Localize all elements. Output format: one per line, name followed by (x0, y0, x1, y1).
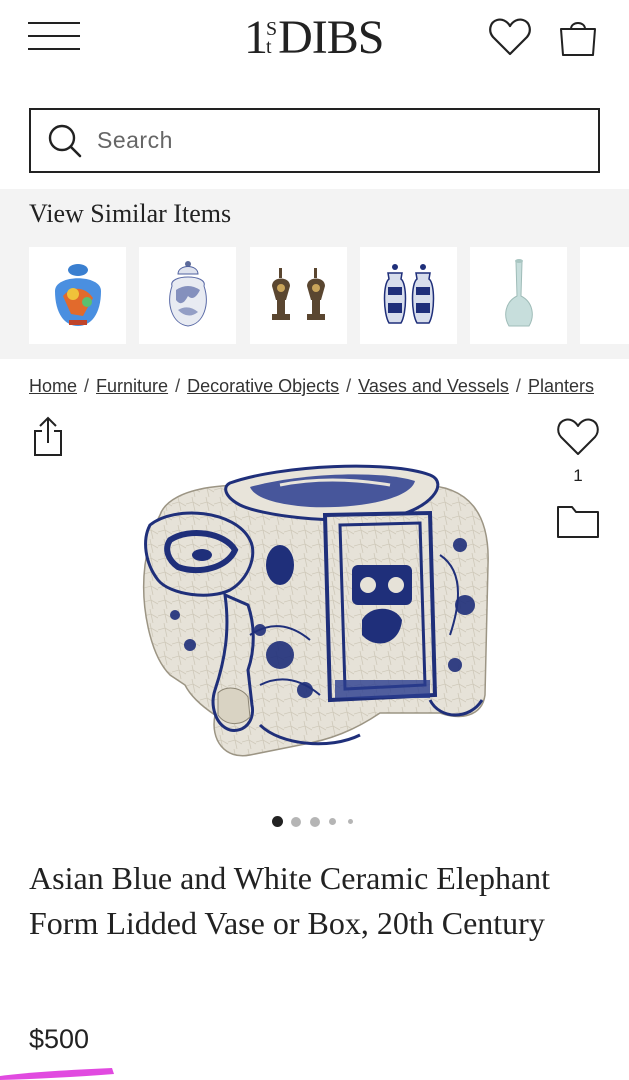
product-favorite-heart-icon[interactable] (556, 416, 600, 458)
product-price: $500 (29, 1024, 90, 1054)
pink-highlight-mark (0, 1068, 114, 1080)
favorites-heart-icon[interactable] (488, 16, 532, 58)
painted-ginger-jar-thumbnail[interactable] (29, 247, 126, 344)
carousel-dot[interactable] (291, 817, 301, 827)
logo-text-dibs: DIBS (278, 11, 384, 64)
search-input[interactable] (97, 127, 567, 154)
logo-text-one: 1 (244, 11, 268, 64)
pair-of-blue-white-vases-thumbnail[interactable] (360, 247, 457, 344)
product-image-elephant-vase[interactable] (130, 455, 500, 775)
blue-vase-thumbnail[interactable] (580, 247, 629, 344)
breadcrumb-link-furniture[interactable]: Furniture (96, 376, 168, 396)
breadcrumb-separator: / (175, 376, 181, 396)
breadcrumb-link-decorative-objects[interactable]: Decorative Objects (187, 376, 339, 396)
favorites-count: 1 (573, 466, 583, 485)
breadcrumb-link-planters[interactable]: Planters (528, 376, 594, 396)
save-to-folder-icon[interactable] (556, 503, 600, 539)
similar-items-section: View Similar Items (0, 189, 629, 359)
similar-items-title: View Similar Items (29, 199, 232, 228)
header: 1 St DIBS (0, 0, 629, 78)
carousel-dot-active[interactable] (272, 816, 283, 827)
similar-items-carousel[interactable] (29, 247, 629, 344)
site-logo[interactable]: 1 St DIBS (244, 8, 384, 68)
carousel-dot[interactable] (329, 818, 336, 825)
breadcrumb-link-home[interactable]: Home (29, 376, 77, 396)
blue-white-lidded-jar-thumbnail[interactable] (139, 247, 236, 344)
image-carousel-dots (270, 816, 370, 828)
celadon-bottle-vase-thumbnail[interactable] (470, 247, 567, 344)
search-icon (48, 124, 82, 157)
shopping-bag-icon[interactable] (556, 16, 600, 60)
logo-text-st: St (266, 18, 278, 58)
product-title: Asian Blue and White Ceramic Elephant Fo… (29, 860, 551, 941)
breadcrumb: Home / Furniture / Decorative Objects / Vases … (29, 376, 600, 402)
breadcrumb-link-vases-and-vessels[interactable]: Vases and Vessels (358, 376, 509, 396)
breadcrumb-separator: / (346, 376, 352, 396)
breadcrumb-separator: / (515, 376, 521, 396)
breadcrumb-separator: / (84, 376, 90, 396)
hamburger-menu-icon[interactable] (28, 22, 82, 52)
share-icon[interactable] (32, 415, 64, 457)
carousel-dot[interactable] (348, 819, 353, 824)
search-bar[interactable] (29, 108, 600, 173)
pair-of-bronze-urns-thumbnail[interactable] (250, 247, 347, 344)
carousel-dot[interactable] (310, 817, 320, 827)
